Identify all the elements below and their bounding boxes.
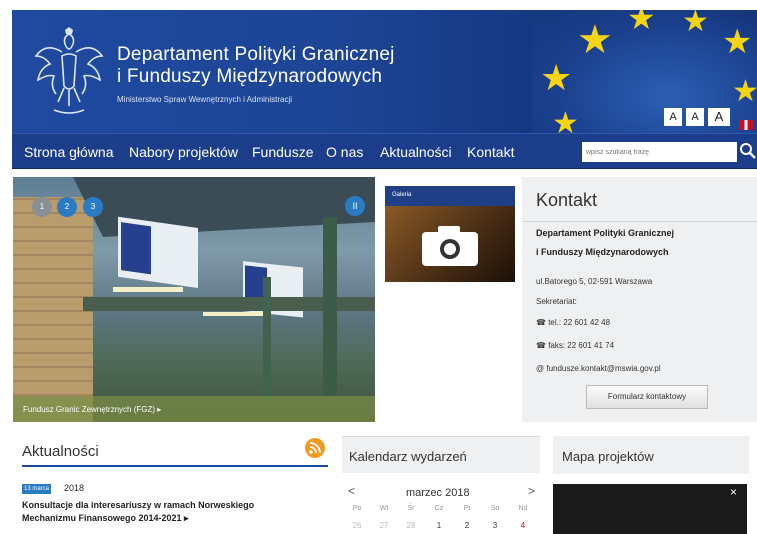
site-title-line-2: i Funduszy Międzynarodowych (117, 66, 383, 87)
gallery-label: Galeria (385, 186, 515, 206)
news-year: 2018 (64, 483, 85, 493)
contact-email-link[interactable]: fundusze.kontakt@mswia.gov.pl (546, 364, 660, 373)
calendar-day[interactable]: 27 (373, 521, 395, 530)
news-section-title: Aktualności (22, 443, 99, 460)
font-size-large-button[interactable]: A (708, 108, 730, 126)
at-sign-icon: @ (536, 364, 547, 373)
search-icon[interactable] (739, 140, 757, 162)
calendar-prev-button[interactable]: < (348, 484, 355, 498)
eu-star-icon: ★ (552, 107, 579, 133)
slider-pause-button[interactable]: II (345, 196, 365, 216)
contact-title: Kontakt (536, 190, 598, 210)
site-header: Departament Polityki Granicznej i Fundus… (12, 10, 757, 133)
slider-dot-3[interactable]: 3 (83, 197, 103, 217)
eu-star-icon: ★ (682, 10, 709, 38)
polish-eagle-emblem-icon (34, 27, 104, 114)
phone-icon: ☎ (536, 318, 549, 327)
contact-secretariat-label: Sekretariat: (536, 297, 577, 306)
contact-divider (522, 221, 757, 222)
rss-icon[interactable] (305, 438, 325, 458)
nav-item-about[interactable]: O nas (326, 144, 363, 160)
events-calendar: Kalendarz wydarzeń < marzec 2018 > Po Wt… (342, 436, 540, 534)
font-size-controls: A A A (664, 108, 730, 126)
contact-email-row: @ fundusze.kontakt@mswia.gov.pl (536, 364, 661, 373)
contact-org-line-1: Departament Polityki Granicznej (536, 228, 675, 238)
slider-caption-link[interactable]: Fundusz Granic Zewnętrznych (FGZ) ▸ (13, 396, 375, 422)
calendar-next-button[interactable]: > (528, 484, 535, 498)
nav-item-calls[interactable]: Nabory projektów (129, 144, 238, 160)
contact-org-line-2: i Funduszy Międzynarodowych (536, 247, 669, 257)
weekday-label: Śr (407, 505, 415, 512)
camera-icon (422, 226, 478, 266)
contact-tel-row: ☎ tel.: 22 601 42 48 (536, 318, 610, 327)
map-header: Mapa projektów (553, 436, 749, 474)
slider-dot-1[interactable]: 1 (32, 197, 52, 217)
site-title-line-1: Departament Polityki Granicznej (117, 44, 395, 65)
calendar-day[interactable]: 1 (428, 521, 450, 530)
contact-fax-row: ☎ faks: 22 601 41 74 (536, 341, 614, 350)
page: Departament Polityki Granicznej i Fundus… (0, 0, 757, 534)
contact-panel: Kontakt Departament Polityki Granicznej … (522, 177, 757, 422)
news-headline-line-2[interactable]: Mechanizmu Finansowego 2014-2021 ▸ (22, 513, 189, 524)
calendar-day[interactable]: 26 (346, 521, 368, 530)
eu-star-icon: ★ (577, 18, 613, 62)
eu-star-icon: ★ (540, 57, 573, 98)
contact-form-button[interactable]: Formularz kontaktowy (586, 385, 708, 409)
weekday-label: So (490, 505, 500, 512)
news-divider (22, 465, 328, 467)
map-viewport[interactable] (553, 484, 747, 534)
nav-item-news[interactable]: Aktualności (380, 144, 452, 160)
slider-dot-2[interactable]: 2 (57, 197, 77, 217)
nav-item-contact[interactable]: Kontakt (467, 144, 514, 160)
search-input[interactable] (582, 142, 737, 162)
contact-fax: faks: 22 601 41 74 (548, 341, 615, 350)
news-headline-line-1[interactable]: Konsultacje dla interesariuszy w ramach … (22, 500, 254, 510)
eu-star-icon: ★ (732, 75, 757, 108)
main-navigation: Strona główna Nabory projektów Fundusze … (12, 133, 757, 169)
map-close-icon[interactable]: × (730, 485, 737, 499)
weekday-label: Pt (463, 505, 471, 512)
contact-tel: tel.: 22 601 42 48 (548, 318, 611, 327)
fax-icon: ☎ (536, 341, 549, 350)
font-size-medium-button[interactable]: A (686, 108, 704, 126)
contact-address: ul.Batorego 5, 02-591 Warszawa (536, 277, 653, 286)
nav-item-home[interactable]: Strona główna (24, 144, 114, 160)
font-size-small-button[interactable]: A (664, 108, 682, 126)
gallery-tile[interactable]: Galeria (385, 186, 515, 282)
calendar-day[interactable]: 3 (484, 521, 506, 530)
weekday-label: Po (352, 505, 362, 512)
calendar-day-sunday[interactable]: 4 (512, 521, 534, 530)
calendar-day[interactable]: 2 (456, 521, 478, 530)
project-map-panel: Mapa projektów × (553, 436, 749, 534)
weekday-label: Cz (434, 505, 444, 512)
nav-item-funds[interactable]: Fundusze (252, 144, 313, 160)
calendar-month: marzec 2018 (406, 487, 470, 499)
eu-star-icon: ★ (722, 23, 753, 61)
site-subtitle: Ministerstwo Spraw Wewnętrznych i Admini… (117, 95, 293, 104)
map-title: Mapa projektów (562, 449, 654, 464)
calendar-header: Kalendarz wydarzeń (342, 437, 540, 473)
calendar-title: Kalendarz wydarzeń (349, 449, 467, 464)
english-flag-icon[interactable] (739, 120, 753, 130)
calendar-day[interactable]: 28 (400, 521, 422, 530)
weekday-label: Nd (518, 505, 528, 512)
eu-star-icon: ★ (627, 10, 656, 36)
news-date-badge: 13 marca (22, 484, 52, 494)
weekday-label: Wt (379, 505, 389, 512)
